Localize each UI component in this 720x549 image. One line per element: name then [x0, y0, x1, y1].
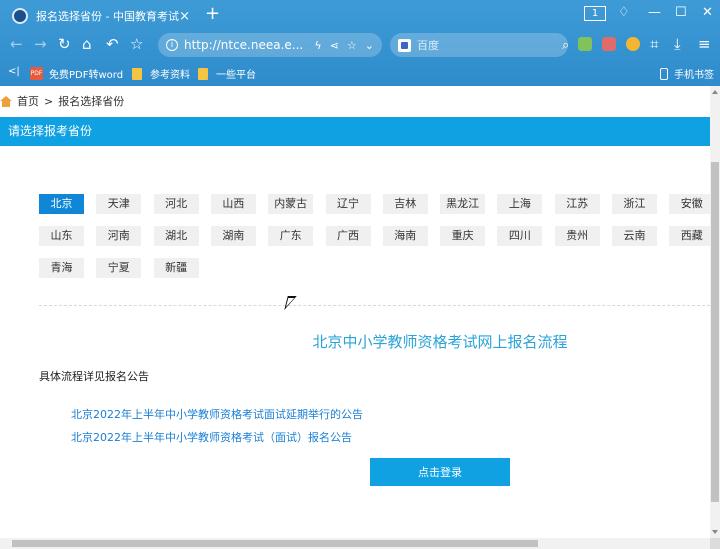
province-button[interactable]: 四川	[497, 226, 543, 246]
province-button[interactable]: 西藏	[669, 226, 710, 246]
navigation-bar: ← → ↻ ⌂ ↶ ☆ i http://ntce.neea.e... ϟ ⋖ …	[0, 30, 720, 60]
home-icon	[0, 95, 12, 107]
minimize-icon[interactable]: —	[648, 5, 661, 21]
maximize-icon[interactable]: ☐	[675, 5, 687, 21]
menu-icon[interactable]: ≡	[698, 35, 711, 53]
scroll-up-icon[interactable]	[712, 90, 718, 94]
extension-grid-icon[interactable]	[578, 37, 592, 51]
vertical-scrollbar[interactable]	[710, 86, 720, 538]
page-content: 首页 > 报名选择省份 请选择报考省份 北京 天津 河北 山西 内蒙古 辽宁 吉林 黑龙江 上海…	[0, 86, 710, 538]
notice-link-postponed[interactable]: 北京2022年上半年中小学教师资格考试面试延期举行的公告	[71, 406, 363, 422]
lightning-icon[interactable]: ϟ	[314, 39, 321, 52]
notice-intro: 具体流程详见报名公告	[39, 370, 149, 383]
province-button[interactable]: 内蒙古	[268, 194, 314, 214]
share-icon[interactable]: ⋖	[330, 39, 339, 52]
pdf-icon: PDF	[30, 67, 43, 80]
site-favicon-icon	[12, 8, 28, 24]
province-button[interactable]: 广东	[268, 226, 314, 246]
province-button[interactable]: 重庆	[440, 226, 486, 246]
tab-bar: 报名选择省份 - 中国教育考试网 × + 1 ♢ — ☐ ✕	[0, 0, 720, 30]
tab-active[interactable]: 报名选择省份 - 中国教育考试网 ×	[6, 3, 196, 29]
breadcrumb-current: 报名选择省份	[58, 95, 125, 108]
divider	[39, 305, 710, 306]
province-button[interactable]: 新疆	[153, 258, 199, 278]
bookmarks-bar: <| PDF 免费PDF转word 参考资料 一些平台 手机书签	[0, 60, 720, 86]
province-button[interactable]: 辽宁	[325, 194, 371, 214]
shirt-skin-icon[interactable]: ♢	[618, 5, 630, 21]
bookmark-mobile[interactable]: 手机书签	[660, 66, 714, 81]
collapse-icon[interactable]: <|	[8, 66, 20, 77]
folder-icon	[198, 67, 208, 80]
province-button[interactable]: 湖南	[210, 226, 256, 246]
new-tab-button[interactable]: +	[205, 4, 220, 24]
tab-title: 报名选择省份 - 中国教育考试网	[36, 10, 180, 23]
login-button[interactable]: 点击登录	[370, 458, 510, 486]
province-button[interactable]: 江苏	[554, 194, 600, 214]
horizontal-scroll-thumb[interactable]	[12, 540, 538, 547]
search-input[interactable]	[417, 38, 562, 52]
bookmark-pdf[interactable]: PDF 免费PDF转word	[30, 66, 123, 81]
breadcrumb: 首页 > 报名选择省份	[0, 93, 124, 109]
province-button[interactable]: 山东	[39, 226, 84, 246]
search-engine-icon[interactable]	[398, 38, 411, 52]
info-icon[interactable]: i	[166, 39, 178, 51]
province-button[interactable]: 海南	[382, 226, 428, 246]
crop-icon[interactable]: ⌗	[650, 35, 658, 53]
search-box[interactable]: ⌕	[390, 33, 569, 57]
province-button[interactable]: 河北	[153, 194, 199, 214]
chevron-down-icon[interactable]: ⌄	[365, 39, 374, 52]
folder-icon	[132, 67, 142, 80]
province-button[interactable]: 河南	[96, 226, 142, 246]
phone-icon	[660, 67, 668, 80]
browser-chrome: 报名选择省份 - 中国教育考试网 × + 1 ♢ — ☐ ✕ ← → ↻ ⌂ ↶…	[0, 0, 720, 86]
section-header: 请选择报考省份	[0, 117, 710, 146]
province-button[interactable]: 青海	[39, 258, 84, 278]
scroll-down-icon[interactable]	[712, 530, 718, 534]
bookmark-label: 免费PDF转word	[49, 70, 124, 81]
province-button[interactable]: 云南	[612, 226, 657, 246]
province-button[interactable]: 湖北	[153, 226, 199, 246]
breadcrumb-separator: >	[44, 94, 54, 108]
bookmark-label: 手机书签	[674, 70, 714, 81]
province-button[interactable]: 上海	[497, 194, 543, 214]
breadcrumb-home-link[interactable]: 首页	[17, 93, 39, 109]
province-button[interactable]: 安徽	[669, 194, 710, 214]
bookmark-label: 一些平台	[216, 70, 256, 81]
home-nav-icon[interactable]: ⌂	[82, 35, 92, 53]
province-button[interactable]: 贵州	[554, 226, 600, 246]
province-button[interactable]: 浙江	[612, 194, 657, 214]
favorite-star-icon[interactable]: ☆	[130, 35, 143, 53]
province-button[interactable]: 山西	[210, 194, 256, 214]
scrollbar-corner	[710, 538, 720, 549]
notice-link-registration[interactable]: 北京2022年上半年中小学教师资格考试（面试）报名公告	[71, 429, 352, 445]
flow-title: 北京中小学教师资格考试网上报名流程	[312, 333, 568, 351]
province-button[interactable]: 黑龙江	[440, 194, 486, 214]
province-button[interactable]: 天津	[96, 194, 142, 214]
close-window-icon[interactable]: ✕	[702, 5, 713, 21]
province-button[interactable]: 广西	[325, 226, 371, 246]
search-icon[interactable]: ⌕	[562, 38, 569, 53]
bookmark-platforms[interactable]: 一些平台	[198, 66, 256, 81]
undo-icon[interactable]: ↶	[106, 35, 119, 53]
province-button[interactable]: 北京	[39, 194, 84, 214]
back-icon[interactable]: ←	[10, 35, 23, 53]
province-button[interactable]: 吉林	[382, 194, 428, 214]
bookmark-star-icon[interactable]: ☆	[347, 39, 357, 52]
bookmark-label: 参考资料	[150, 70, 190, 81]
tab-close-icon[interactable]: ×	[179, 9, 190, 24]
horizontal-scrollbar[interactable]	[0, 538, 710, 549]
tab-count-badge[interactable]: 1	[584, 6, 606, 21]
extension-pdf-icon[interactable]	[602, 37, 616, 51]
address-bar[interactable]: i http://ntce.neea.e... ϟ ⋖ ☆ ⌄	[158, 33, 382, 57]
bookmark-references[interactable]: 参考资料	[132, 66, 190, 81]
extension-moon-icon[interactable]	[626, 37, 640, 51]
province-button[interactable]: 宁夏	[96, 258, 142, 278]
address-url[interactable]: http://ntce.neea.e...	[184, 38, 308, 52]
download-icon[interactable]: ⤓	[674, 35, 681, 53]
vertical-scroll-thumb[interactable]	[711, 162, 719, 502]
forward-icon[interactable]: →	[34, 35, 47, 53]
refresh-icon[interactable]: ↻	[58, 35, 71, 53]
